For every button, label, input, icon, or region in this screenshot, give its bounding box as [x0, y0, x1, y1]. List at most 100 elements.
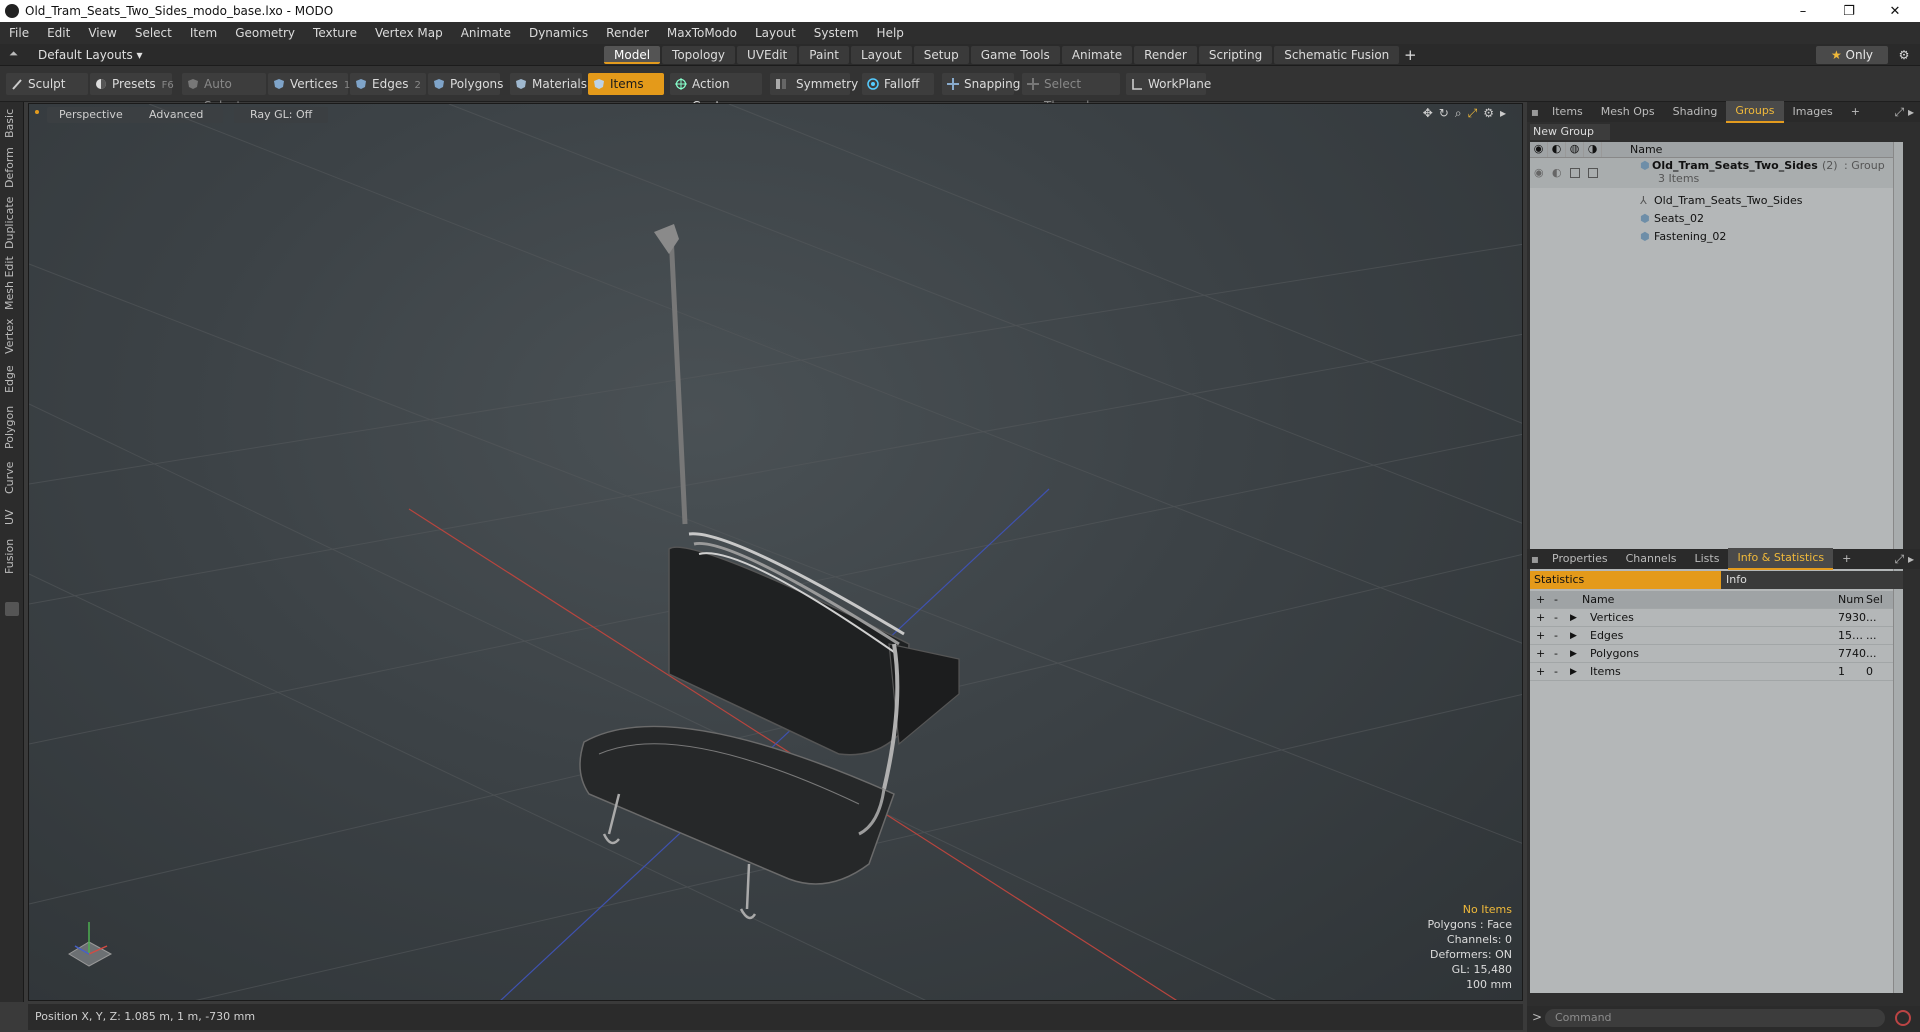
tab-mesh-ops[interactable]: Mesh Ops [1592, 102, 1664, 122]
menu-vertex-map[interactable]: Vertex Map [366, 22, 452, 44]
tab-properties[interactable]: Properties [1543, 549, 1617, 569]
stat-num-header[interactable]: Num [1838, 591, 1864, 609]
add-tab-icon[interactable]: + [1401, 46, 1419, 64]
table-row[interactable]: + - ▶ Edges 15… ... [1530, 627, 1903, 645]
3d-viewport[interactable]: Perspective Advanced Ray GL: Off ✥ ↻ ⌕ ⤢… [28, 103, 1523, 1001]
tab-channels[interactable]: Channels [1617, 549, 1686, 569]
table-row[interactable]: + - ▶ Vertices 7930 ... [1530, 609, 1903, 627]
expand-triangle-icon[interactable]: ▶ [1570, 609, 1577, 627]
sidetab-duplicate[interactable]: Duplicate [3, 196, 21, 250]
menu-select[interactable]: Select [126, 22, 181, 44]
tab-lists[interactable]: Lists [1686, 549, 1729, 569]
sculpt-button[interactable]: Sculpt [6, 73, 88, 95]
presets-button[interactable]: Presets F6 [90, 73, 174, 95]
tab-uvedit[interactable]: UVEdit [737, 46, 798, 64]
tab-animate[interactable]: Animate [1061, 46, 1133, 64]
panel-menu-icon[interactable]: ▪ [1527, 105, 1543, 119]
list-item[interactable]: ⅄ Old_Tram_Seats_Two_Sides [1530, 192, 1903, 210]
menu-view[interactable]: View [79, 22, 125, 44]
sidetab-basic[interactable]: Basic [3, 106, 21, 140]
sidetab-polygon[interactable]: Polygon [3, 402, 21, 452]
tab-topology[interactable]: Topology [662, 46, 736, 64]
menu-item[interactable]: Item [181, 22, 226, 44]
tab-model[interactable]: Model [604, 46, 661, 64]
info-tab[interactable]: Info [1726, 571, 1747, 589]
menu-geometry[interactable]: Geometry [226, 22, 304, 44]
remove-all-icon[interactable]: - [1554, 591, 1558, 609]
command-input[interactable]: Command [1545, 1009, 1885, 1027]
list-item[interactable]: ⬢ Seats_02 [1530, 210, 1903, 228]
group-lock-checkbox[interactable] [1570, 168, 1580, 178]
expand-triangle-icon[interactable]: ▶ [1570, 645, 1577, 663]
list-item[interactable]: ⬢ Fastening_02 [1530, 228, 1903, 246]
tab-paint[interactable]: Paint [799, 46, 849, 64]
group-render-icon[interactable]: ◐ [1552, 164, 1562, 182]
menu-dynamics[interactable]: Dynamics [520, 22, 597, 44]
items-button[interactable]: Items [588, 73, 664, 95]
tab-items[interactable]: Items [1543, 102, 1592, 122]
sidetab-deform[interactable]: Deform [3, 146, 21, 190]
remove-icon[interactable]: - [1554, 627, 1558, 645]
materials-button[interactable]: Materials [510, 73, 587, 95]
sidetab-uv[interactable]: UV [3, 504, 21, 530]
add-icon[interactable]: + [1536, 609, 1545, 627]
visibility-eye-icon[interactable]: ◉ [1530, 142, 1548, 157]
snapping-button[interactable]: Snapping [942, 73, 1020, 95]
render-icon[interactable]: ◐ [1548, 142, 1566, 157]
remove-icon[interactable]: - [1554, 663, 1558, 681]
lock-icon[interactable]: ◍ [1566, 142, 1584, 157]
menu-system[interactable]: System [805, 22, 868, 44]
default-layouts-dropdown[interactable]: Default Layouts ▾ [38, 44, 143, 66]
add-icon[interactable]: + [1536, 663, 1545, 681]
tab-scripting[interactable]: Scripting [1198, 46, 1273, 64]
tab-info-statistics[interactable]: Info & Statistics [1728, 548, 1834, 570]
only-button[interactable]: ★ Only [1816, 46, 1888, 64]
pin-icon[interactable]: ⏶ [9, 47, 18, 61]
add-icon[interactable]: + [1536, 645, 1545, 663]
menu-edit[interactable]: Edit [38, 22, 79, 44]
add-icon[interactable]: + [1536, 627, 1545, 645]
tab-shading[interactable]: Shading [1664, 102, 1727, 122]
expand-panel-icon[interactable]: ⤢ ▸ [1895, 105, 1920, 120]
tab-schematic-fusion[interactable]: Schematic Fusion [1274, 46, 1400, 64]
symmetry-button[interactable]: Symmetry [770, 73, 858, 95]
maximize-button[interactable]: ❐ [1826, 0, 1872, 22]
statistics-scrollbar[interactable] [1893, 591, 1903, 993]
menu-maxtomodo[interactable]: MaxToModo [658, 22, 746, 44]
stat-sel-header[interactable]: Sel [1866, 591, 1883, 609]
menu-file[interactable]: File [0, 22, 38, 44]
table-row[interactable]: + - ▶ Items 1 0 [1530, 663, 1903, 681]
panel-menu-icon[interactable]: ▪ [1527, 552, 1543, 566]
new-group-button[interactable]: New Group [1530, 124, 1610, 140]
close-button[interactable]: ✕ [1872, 0, 1918, 22]
tab-game-tools[interactable]: Game Tools [970, 46, 1060, 64]
tab-images[interactable]: Images [1784, 102, 1842, 122]
tab-setup[interactable]: Setup [913, 46, 969, 64]
auto-select-button[interactable]: Auto Select [182, 73, 266, 113]
tab-groups[interactable]: Groups [1726, 101, 1784, 123]
action-center-button[interactable]: Action Center [670, 73, 762, 113]
sidetab-vertex[interactable]: Vertex [3, 316, 21, 356]
polygons-button[interactable]: Polygons [428, 73, 503, 95]
falloff-button[interactable]: Falloff [862, 73, 934, 95]
menu-render[interactable]: Render [597, 22, 658, 44]
menu-help[interactable]: Help [868, 22, 913, 44]
expand-triangle-icon[interactable]: ▶ [1570, 663, 1577, 681]
gear-icon[interactable]: ⚙ [1894, 46, 1914, 64]
stat-name-header[interactable]: Name [1582, 591, 1614, 609]
select-icon[interactable]: ◑ [1584, 142, 1602, 157]
menu-texture[interactable]: Texture [304, 22, 366, 44]
statistics-tab[interactable]: Statistics [1530, 571, 1721, 589]
table-row[interactable]: + - ▶ Polygons 7740 ... [1530, 645, 1903, 663]
palette-toggle-icon[interactable] [5, 602, 19, 616]
sidetab-mesh-edit[interactable]: Mesh Edit [3, 256, 21, 310]
name-column-header[interactable]: Name [1630, 143, 1662, 156]
group-select-checkbox[interactable] [1588, 168, 1598, 178]
remove-icon[interactable]: - [1554, 609, 1558, 627]
add-all-icon[interactable]: + [1536, 591, 1545, 609]
edges-button[interactable]: Edges 2 [350, 73, 426, 95]
workplane-button[interactable]: WorkPlane [1126, 73, 1211, 95]
expand-panel-icon[interactable]: ⤢ ▸ [1895, 552, 1920, 567]
add-panel-tab-icon[interactable]: + [1842, 102, 1869, 122]
sidetab-edge[interactable]: Edge [3, 362, 21, 396]
